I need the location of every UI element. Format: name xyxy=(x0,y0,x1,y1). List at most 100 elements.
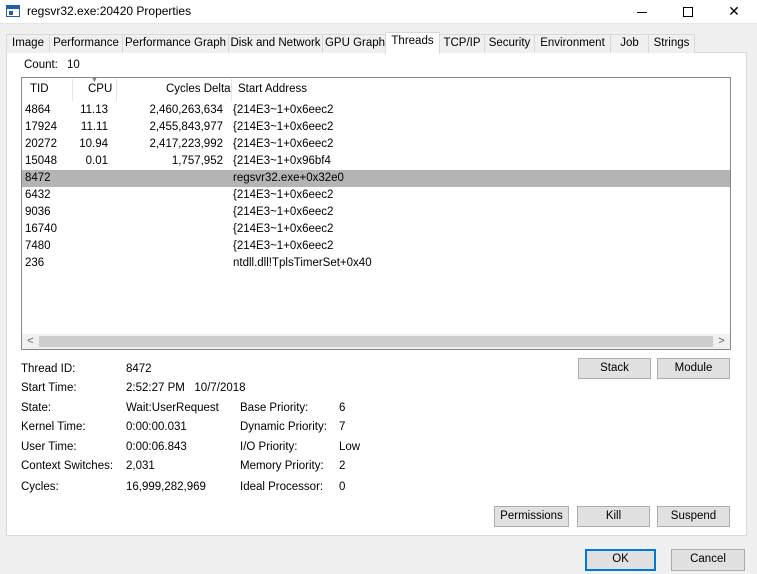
close-icon: ✕ xyxy=(728,3,740,19)
module-button[interactable]: Module xyxy=(657,358,730,379)
maximize-button[interactable] xyxy=(665,0,711,24)
thread-tid: 20272 xyxy=(25,138,57,150)
user-time-value: 0:00:06.843 xyxy=(126,441,187,453)
thread-start-address: {214E3~1+0x6eec2 xyxy=(233,189,334,201)
column-divider[interactable] xyxy=(72,79,73,101)
thread-id-value: 8472 xyxy=(126,363,152,375)
base-priority-value: 6 xyxy=(339,402,346,414)
thread-start-address: {214E3~1+0x6eec2 xyxy=(233,206,334,218)
column-divider[interactable] xyxy=(231,79,232,101)
thread-start-address: {214E3~1+0x96bf4 xyxy=(233,155,331,167)
tab-security[interactable]: Security xyxy=(484,34,535,53)
column-cycles-delta[interactable]: Cycles Delta xyxy=(166,83,231,95)
thread-tid: 15048 xyxy=(25,155,57,167)
thread-tid: 17924 xyxy=(25,121,57,133)
cycles-label: Cycles: xyxy=(21,481,59,493)
ok-button[interactable]: OK xyxy=(585,549,656,571)
minimize-icon xyxy=(637,11,647,13)
thread-count-label: Count: xyxy=(24,59,58,71)
column-divider[interactable] xyxy=(116,79,117,101)
thread-cpu: 0.01 xyxy=(85,155,108,167)
thread-tid: 8472 xyxy=(25,172,51,184)
thread-row[interactable]: 236 ntdll.dll!TplsTimerSet+0x40 xyxy=(22,255,730,272)
minimize-button[interactable] xyxy=(619,0,665,24)
scroll-left-button[interactable]: < xyxy=(22,334,39,349)
thread-tid: 236 xyxy=(25,257,45,269)
kernel-time-value: 0:00:00.031 xyxy=(126,421,187,433)
tab-disk-and-network[interactable]: Disk and Network xyxy=(228,34,323,53)
context-switches-value: 2,031 xyxy=(126,460,155,472)
title-bar: regsvr32.exe:20420 Properties ✕ xyxy=(0,0,757,24)
dynamic-priority-value: 7 xyxy=(339,421,346,433)
thread-cpu: 10.94 xyxy=(79,138,108,150)
user-time-label: User Time: xyxy=(21,441,77,453)
ideal-processor-value: 0 xyxy=(339,481,346,493)
thread-list[interactable]: TID ▼ CPU Cycles Delta Start Address 486… xyxy=(21,77,731,350)
kill-button[interactable]: Kill xyxy=(577,506,650,527)
thread-row[interactable]: 4864 11.13 2,460,263,634 {214E3~1+0x6eec… xyxy=(22,102,730,119)
column-cpu[interactable]: CPU xyxy=(88,83,112,95)
thread-id-label: Thread ID: xyxy=(21,363,76,375)
thread-start-address: {214E3~1+0x6eec2 xyxy=(233,138,334,150)
tab-environment[interactable]: Environment xyxy=(534,34,611,53)
memory-priority-value: 2 xyxy=(339,460,346,472)
thread-start-address: {214E3~1+0x6eec2 xyxy=(233,240,334,252)
thread-start-address: ntdll.dll!TplsTimerSet+0x40 xyxy=(233,257,372,269)
thread-row-selected[interactable]: 8472 regsvr32.exe+0x32e0 xyxy=(22,170,730,187)
thread-cycles-delta: 1,757,952 xyxy=(171,155,223,167)
thread-start-address: {214E3~1+0x6eec2 xyxy=(233,223,334,235)
thread-row[interactable]: 20272 10.94 2,417,223,992 {214E3~1+0x6ee… xyxy=(22,136,730,153)
close-button[interactable]: ✕ xyxy=(711,0,757,24)
horizontal-scrollbar[interactable]: < > xyxy=(22,334,730,349)
thread-tid: 4864 xyxy=(25,104,51,116)
thread-count-value: 10 xyxy=(67,59,80,71)
tab-gpu-graph[interactable]: GPU Graph xyxy=(322,34,388,53)
thread-start-address: {214E3~1+0x6eec2 xyxy=(233,121,334,133)
tab-job[interactable]: Job xyxy=(610,34,649,53)
window-title: regsvr32.exe:20420 Properties xyxy=(27,4,192,18)
tab-strings[interactable]: Strings xyxy=(648,34,695,53)
state-value: Wait:UserRequest xyxy=(126,402,219,414)
tab-performance[interactable]: Performance xyxy=(49,34,123,53)
tab-performance-graph[interactable]: Performance Graph xyxy=(122,34,229,53)
tab-image[interactable]: Image xyxy=(6,34,50,53)
thread-cycles-delta: 2,455,843,977 xyxy=(149,121,223,133)
column-start-address[interactable]: Start Address xyxy=(238,83,307,95)
thread-row[interactable]: 6432 {214E3~1+0x6eec2 xyxy=(22,187,730,204)
tab-tcp-ip[interactable]: TCP/IP xyxy=(439,34,485,53)
io-priority-label: I/O Priority: xyxy=(240,441,298,453)
stack-button[interactable]: Stack xyxy=(578,358,651,379)
thread-row[interactable]: 17924 11.11 2,455,843,977 {214E3~1+0x6ee… xyxy=(22,119,730,136)
column-tid[interactable]: TID xyxy=(30,83,49,95)
thread-cycles-delta: 2,417,223,992 xyxy=(149,138,223,150)
kernel-time-label: Kernel Time: xyxy=(21,421,86,433)
memory-priority-label: Memory Priority: xyxy=(240,460,324,472)
window-icon xyxy=(6,5,20,17)
state-label: State: xyxy=(21,402,52,414)
permissions-button[interactable]: Permissions xyxy=(494,506,569,527)
thread-row[interactable]: 7480 {214E3~1+0x6eec2 xyxy=(22,238,730,255)
scroll-thumb[interactable] xyxy=(39,336,713,347)
thread-tid: 6432 xyxy=(25,189,51,201)
suspend-button[interactable]: Suspend xyxy=(657,506,730,527)
thread-tid: 16740 xyxy=(25,223,57,235)
thread-cpu: 11.11 xyxy=(80,121,108,133)
thread-list-header: TID ▼ CPU Cycles Delta Start Address xyxy=(22,77,730,102)
thread-row[interactable]: 9036 {214E3~1+0x6eec2 xyxy=(22,204,730,221)
thread-cpu: 11.13 xyxy=(80,104,108,116)
thread-row[interactable]: 16740 {214E3~1+0x6eec2 xyxy=(22,221,730,238)
thread-tid: 7480 xyxy=(25,240,51,252)
thread-start-address: {214E3~1+0x6eec2 xyxy=(233,104,334,116)
thread-row[interactable]: 15048 0.01 1,757,952 {214E3~1+0x96bf4 xyxy=(22,153,730,170)
start-time-label: Start Time: xyxy=(21,382,77,394)
base-priority-label: Base Priority: xyxy=(240,402,309,414)
start-time-value: 2:52:27 PM 10/7/2018 xyxy=(126,382,246,394)
cancel-button[interactable]: Cancel xyxy=(671,549,745,571)
tab-threads[interactable]: Threads xyxy=(385,32,440,54)
scroll-right-button[interactable]: > xyxy=(713,334,730,349)
maximize-icon xyxy=(683,7,693,18)
thread-cycles-delta: 2,460,263,634 xyxy=(149,104,223,116)
thread-tid: 9036 xyxy=(25,206,51,218)
ideal-processor-label: Ideal Processor: xyxy=(240,481,324,493)
thread-start-address: regsvr32.exe+0x32e0 xyxy=(233,172,344,184)
